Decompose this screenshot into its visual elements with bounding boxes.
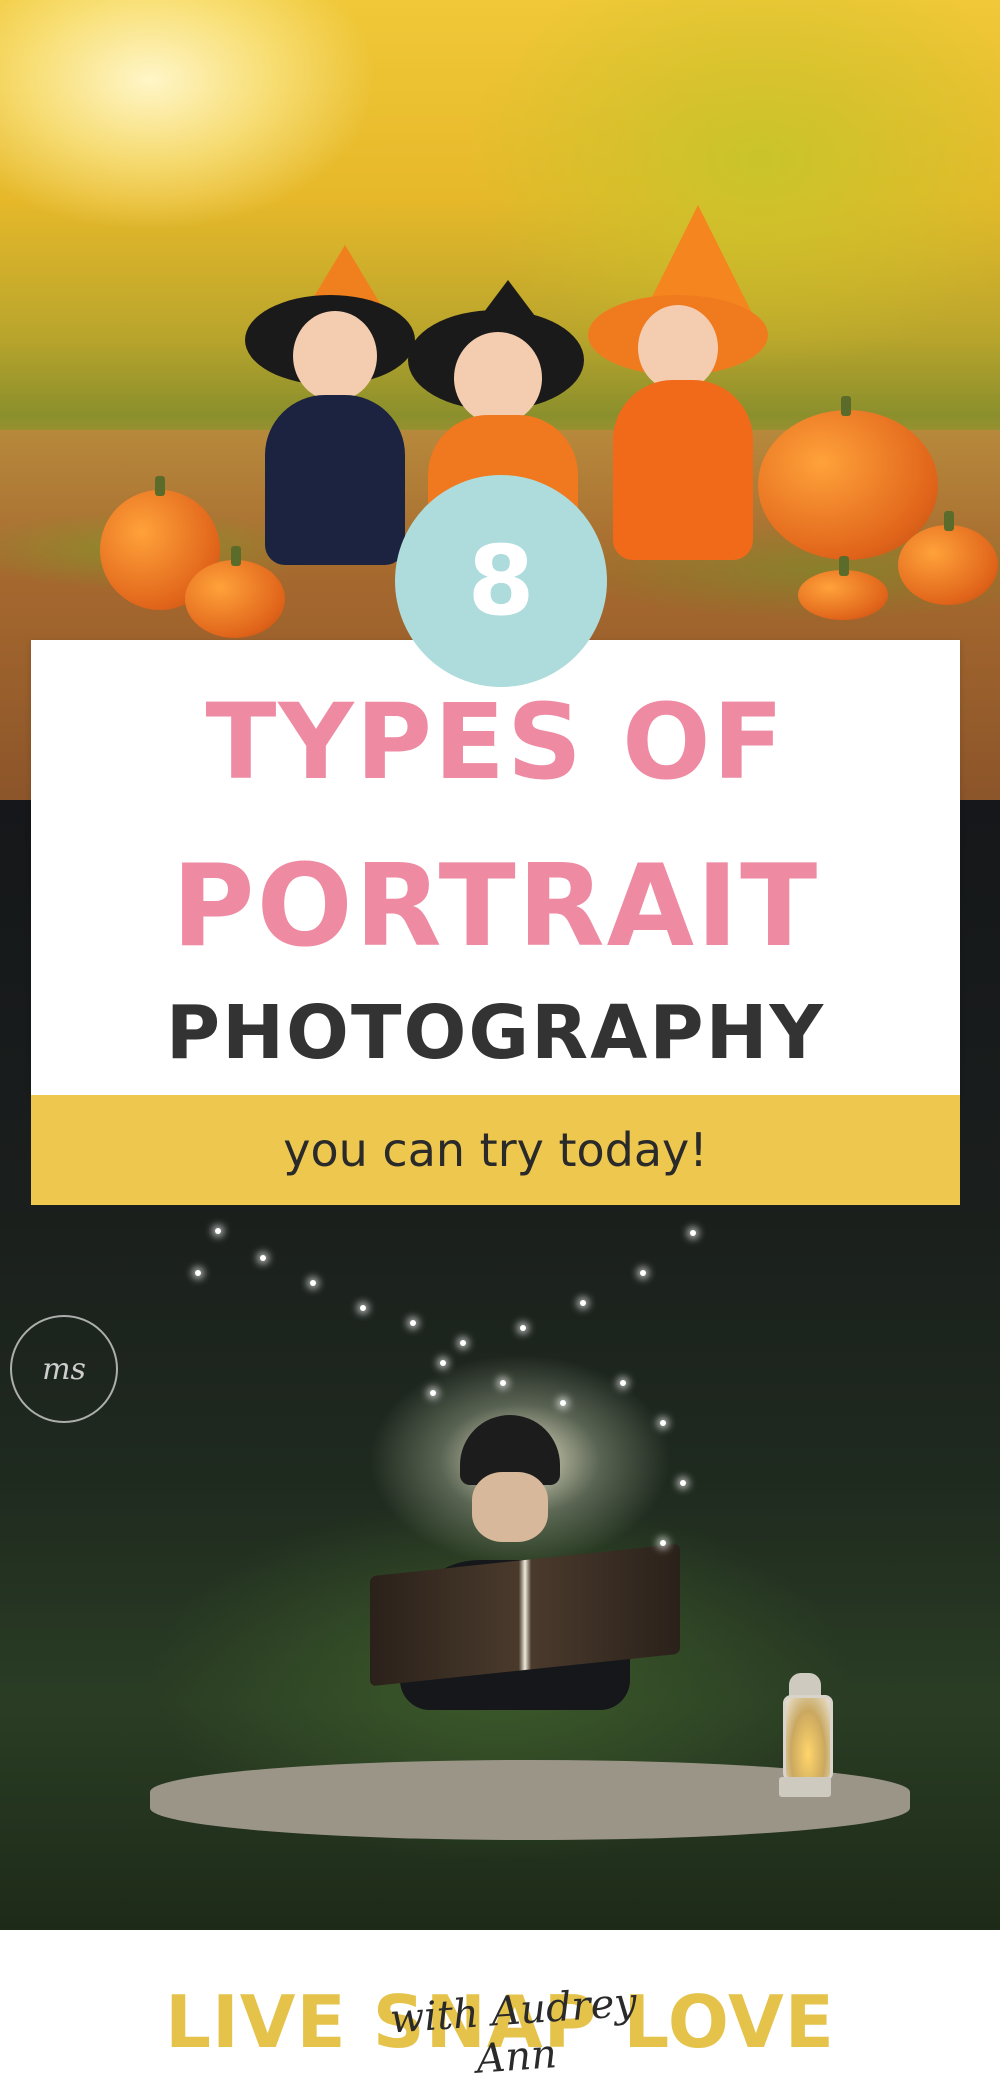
sparkle: [260, 1255, 266, 1261]
sparkle: [620, 1380, 626, 1386]
sparkle: [195, 1270, 201, 1276]
pumpkin: [798, 556, 888, 620]
sparkle: [440, 1360, 446, 1366]
sparkle: [690, 1230, 696, 1236]
brand-script-signature: with Audrey Ann: [388, 1979, 639, 2083]
badge-number: 8: [467, 525, 535, 637]
number-badge: 8: [395, 475, 607, 687]
sparkle: [310, 1280, 316, 1286]
watermark-monogram: ms: [42, 1351, 86, 1387]
sparkle: [640, 1270, 646, 1276]
title-line-1: TYPES OF: [205, 681, 786, 803]
sparkle: [660, 1540, 666, 1546]
subtitle-bar: you can try today!: [31, 1095, 960, 1205]
jack-o-lantern: [898, 511, 998, 605]
photographer-watermark-logo: ms: [10, 1315, 118, 1423]
jack-o-lantern: [185, 546, 285, 638]
glowing-book: [370, 1543, 680, 1687]
sparkle: [460, 1340, 466, 1346]
sparkle: [215, 1228, 221, 1234]
footer: LIVE SNAP LOVE with Audrey Ann: [0, 1930, 1000, 2100]
child-face: [472, 1472, 548, 1542]
sparkle: [360, 1305, 366, 1311]
sparkle: [520, 1325, 526, 1331]
sparkle: [500, 1380, 506, 1386]
subtitle: you can try today!: [283, 1123, 708, 1177]
sparkle: [410, 1320, 416, 1326]
sparkle: [660, 1420, 666, 1426]
title-card: TYPES OF PORTRAIT PHOTOGRAPHY: [31, 640, 960, 1095]
title-line-2: PORTRAIT: [171, 840, 820, 972]
sparkle: [560, 1400, 566, 1406]
sparkle: [430, 1390, 436, 1396]
sparkle: [680, 1480, 686, 1486]
sparkle: [580, 1300, 586, 1306]
lantern-icon: [775, 1655, 835, 1805]
title-line-3: PHOTOGRAPHY: [165, 990, 826, 1076]
